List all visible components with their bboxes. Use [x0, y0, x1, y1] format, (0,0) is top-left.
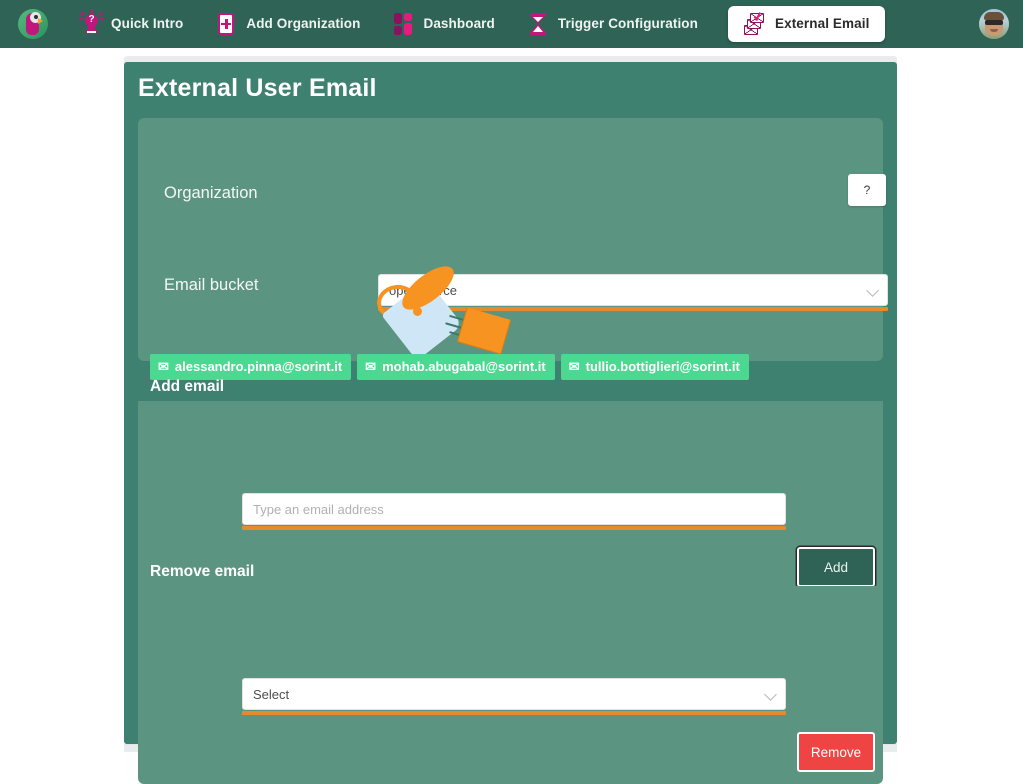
lightbulb-question-icon: ? — [78, 9, 105, 37]
email-chip[interactable]: ✉ tullio.bottiglieri@sorint.it — [560, 354, 749, 380]
organization-panel: Organization ? opensource Email bucket — [138, 118, 888, 380]
nav-item-trigger-configuration[interactable]: Trigger Configuration — [511, 0, 714, 48]
email-chip[interactable]: ✉ mohab.abugabal@sorint.it — [357, 354, 555, 380]
nav-item-add-organization[interactable]: Add Organization — [199, 0, 376, 48]
add-email-input-underline — [242, 526, 786, 530]
hourglass-icon — [527, 11, 549, 37]
plus-box-icon — [215, 11, 237, 37]
remove-email-panel: Select Remove — [138, 586, 883, 784]
add-email-input-wrap — [242, 493, 786, 525]
stacked-envelopes-icon — [743, 11, 766, 37]
dashboard-blocks-icon — [392, 11, 414, 37]
nav-item-label: Add Organization — [246, 16, 361, 32]
help-button[interactable]: ? — [848, 174, 886, 206]
email-chip-label: mohab.abugabal@sorint.it — [382, 359, 546, 374]
page-title: External User Email — [138, 74, 377, 102]
nav-item-label: External Email — [774, 16, 870, 32]
envelope-icon: ✉ — [568, 359, 580, 374]
organization-label: Organization — [164, 184, 258, 202]
remove-email-select-underline — [242, 711, 786, 715]
nav-item-dashboard[interactable]: Dashboard — [376, 0, 510, 48]
add-email-heading: Add email — [150, 378, 225, 395]
envelope-icon: ✉ — [158, 359, 169, 374]
nav-item-quick-intro[interactable]: ? Quick Intro — [64, 0, 199, 48]
remove-email-heading: Remove email — [150, 563, 255, 580]
page-body: External User Email Organization ? opens… — [0, 48, 1023, 784]
add-button[interactable]: Add — [797, 547, 875, 587]
email-chip-label: alessandro.pinna@sorint.it — [174, 359, 343, 374]
envelope-icon: ✉ — [365, 359, 377, 374]
top-navigation-bar: ? Quick Intro Add Organization Dashboard… — [0, 0, 1023, 48]
nav-item-label: Trigger Configuration — [557, 16, 698, 32]
avatar-hair — [984, 12, 1004, 20]
nav-item-label: Dashboard — [423, 16, 495, 32]
remove-button[interactable]: Remove — [797, 732, 875, 772]
remove-email-select-value: Select — [253, 686, 290, 702]
chevron-down-icon — [866, 284, 879, 297]
flying-envelope-icon — [456, 307, 512, 355]
sorint-parrot-logo[interactable] — [18, 9, 48, 39]
avatar-sunglasses — [985, 20, 1003, 25]
bucket-knob-shape — [413, 307, 422, 316]
add-email-input[interactable] — [242, 493, 786, 525]
remove-email-select-wrap: Select — [242, 678, 786, 710]
logo-shape-beak — [38, 18, 43, 24]
nav-item-label: Quick Intro — [111, 16, 184, 32]
nav-item-external-email[interactable]: External Email — [727, 6, 886, 42]
email-bucket-illustration — [363, 258, 523, 361]
remove-email-select[interactable]: Select — [242, 678, 786, 710]
email-chip-label: tullio.bottiglieri@sorint.it — [585, 359, 740, 374]
user-avatar[interactable] — [979, 9, 1009, 39]
external-email-card: External User Email Organization ? opens… — [124, 62, 897, 784]
chevron-down-icon — [764, 688, 777, 701]
email-chip-list: ✉ alessandro.pinna@sorint.it ✉ mohab.abu… — [150, 354, 749, 380]
email-chip[interactable]: ✉ alessandro.pinna@sorint.it — [150, 354, 352, 380]
email-bucket-label: Email bucket — [164, 276, 259, 294]
